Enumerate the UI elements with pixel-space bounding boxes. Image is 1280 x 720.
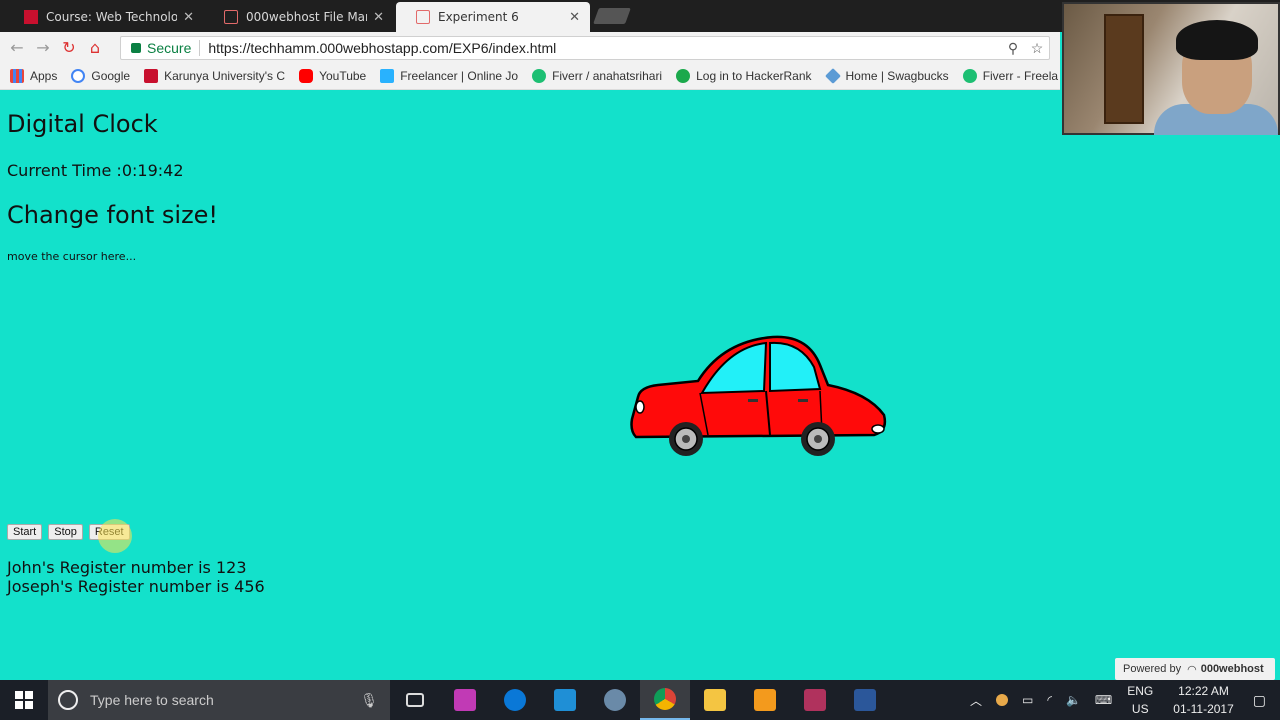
edge-icon[interactable] [490,680,540,720]
clock-date: 01-11-2017 [1173,702,1234,716]
secure-label: Secure [147,40,192,56]
page-icon [224,10,238,24]
clock-time: 12:22 AM [1178,684,1229,698]
word-icon[interactable] [840,680,890,720]
forward-icon[interactable]: → [30,38,56,57]
cortana-icon [58,690,78,710]
app-tray-icon[interactable] [995,694,1008,706]
start-button[interactable]: Start [7,524,43,540]
app-orange-icon[interactable] [740,680,790,720]
home-icon[interactable]: ⌂ [82,38,108,57]
hackerrank-icon [676,68,691,83]
webcam-person-hair [1176,20,1258,60]
tab-label: Experiment 6 [438,10,519,24]
powered-label: Powered by [1123,663,1182,675]
browser-toolbar: ← → ↻ ⌂ Secure https://techhamm.000webho… [0,32,1060,62]
bookmark-fiverr-freelance[interactable]: Fiverr - Freela [962,68,1059,83]
register-text-joseph: Joseph's Register number is 456 [7,577,265,596]
bookmark-label: Google [91,68,131,83]
tab-file-manager[interactable]: 000webhost File Manage ✕ [204,2,394,32]
lang-code: ENG [1127,684,1154,698]
hover-text[interactable]: move the cursor here... [7,250,136,263]
system-tray: ︿ ▭ ◜ 🔈 ⌨ ENG US 12:22 AM 01-11-2017 ▢ [963,682,1280,718]
volume-icon[interactable]: 🔈 [1066,693,1081,707]
url-text[interactable]: https://techhamm.000webhostapp.com/EXP6/… [208,40,1001,56]
freelancer-icon [380,68,395,83]
bookmark-label: YouTube [319,68,367,83]
bookmark-label: Fiverr - Freela [982,68,1059,83]
tab-label: Course: Web Technology [46,10,178,24]
file-explorer-icon[interactable] [690,680,740,720]
keyboard-icon[interactable]: ⌨ [1095,693,1112,707]
bookmarks-bar: Apps Google Karunya University's C YouTu… [0,62,1060,90]
powered-by-badge[interactable]: Powered by ◠ 000webhost [1115,658,1275,680]
page-icon [416,10,430,24]
language-indicator[interactable]: ENG US [1127,682,1153,718]
bookmark-label: Freelancer | Online Jo [400,68,519,83]
moodle-icon [144,68,159,83]
apps-grid-icon [10,68,24,83]
reload-icon[interactable]: ↻ [56,38,82,57]
notification-icon[interactable]: ▢ [1253,692,1266,709]
bookmark-label: Log in to HackerRank [696,68,812,83]
current-time: Current Time :0:19:42 [7,161,184,180]
store-icon[interactable] [540,680,590,720]
bookmark-freelancer[interactable]: Freelancer | Online Jo [380,68,519,83]
bookmark-karunya[interactable]: Karunya University's C [144,68,286,83]
car-image [630,335,887,456]
tab-experiment-6[interactable]: Experiment 6 ✕ [396,2,590,32]
powered-brand: 000webhost [1200,663,1264,675]
bookmark-apps[interactable]: Apps [10,68,58,83]
taskbar-clock[interactable]: 12:22 AM 01-11-2017 [1173,682,1234,718]
tab-label: 000webhost File Manage [246,10,367,24]
fiverr-icon [962,68,977,83]
google-icon [71,68,86,83]
windows-start-icon[interactable] [0,680,48,720]
chevron-up-icon[interactable]: ︿ [970,692,982,709]
search-placeholder: Type here to search [90,692,214,708]
fiverr-icon [532,68,547,83]
picsart-icon[interactable] [440,680,490,720]
stop-button[interactable]: Stop [48,524,83,540]
snipping-tool-icon[interactable] [590,680,640,720]
screen-recorder-icon[interactable] [790,680,840,720]
bookmark-fiverr[interactable]: Fiverr / anahatsrihari [532,68,663,83]
star-icon[interactable]: ☆ [1025,40,1049,57]
microphone-icon[interactable]: 🎙 [360,692,378,709]
web-page: Digital Clock Current Time :0:19:42 Chan… [0,90,1280,680]
youtube-icon [299,68,314,83]
chrome-icon[interactable] [640,680,690,720]
battery-icon[interactable]: ▭ [1022,693,1033,707]
cursor-highlight [98,519,132,553]
close-icon[interactable]: ✕ [569,10,580,25]
divider [199,40,201,56]
back-icon[interactable]: ← [4,38,30,57]
task-view-icon[interactable] [390,680,440,720]
bookmark-youtube[interactable]: YouTube [299,68,367,83]
swagbucks-icon [824,67,841,84]
bookmark-swagbucks[interactable]: Home | Swagbucks [824,67,949,84]
bookmark-google[interactable]: Google [71,68,131,83]
font-size-heading: Change font size! [7,201,219,229]
tab-web-technology[interactable]: Course: Web Technology ✕ [4,2,204,32]
wifi-icon[interactable]: ◜ [1047,693,1052,707]
bookmark-label: Home | Swagbucks [845,68,949,83]
webhost-logo-icon: ◠ [1187,663,1197,676]
digital-clock-heading: Digital Clock [7,110,158,138]
close-icon[interactable]: ✕ [183,10,194,25]
address-bar[interactable]: Secure https://techhamm.000webhostapp.co… [120,36,1050,60]
moodle-icon [24,10,38,24]
lock-icon [131,43,141,53]
close-icon[interactable]: ✕ [373,10,384,25]
new-tab-button[interactable] [593,8,631,24]
bookmark-hackerrank[interactable]: Log in to HackerRank [676,68,812,83]
zoom-icon[interactable]: ⚲ [1001,40,1025,57]
windows-taskbar: Type here to search 🎙 ︿ ▭ ◜ 🔈 ⌨ ENG US 1… [0,680,1280,720]
taskbar-search-box[interactable]: Type here to search 🎙 [48,680,390,720]
bookmark-label: Apps [30,68,58,83]
bookmark-label: Karunya University's C [164,68,286,83]
region-code: US [1131,702,1149,716]
bookmark-label: Fiverr / anahatsrihari [552,68,663,83]
register-text-john: John's Register number is 123 [7,558,247,577]
